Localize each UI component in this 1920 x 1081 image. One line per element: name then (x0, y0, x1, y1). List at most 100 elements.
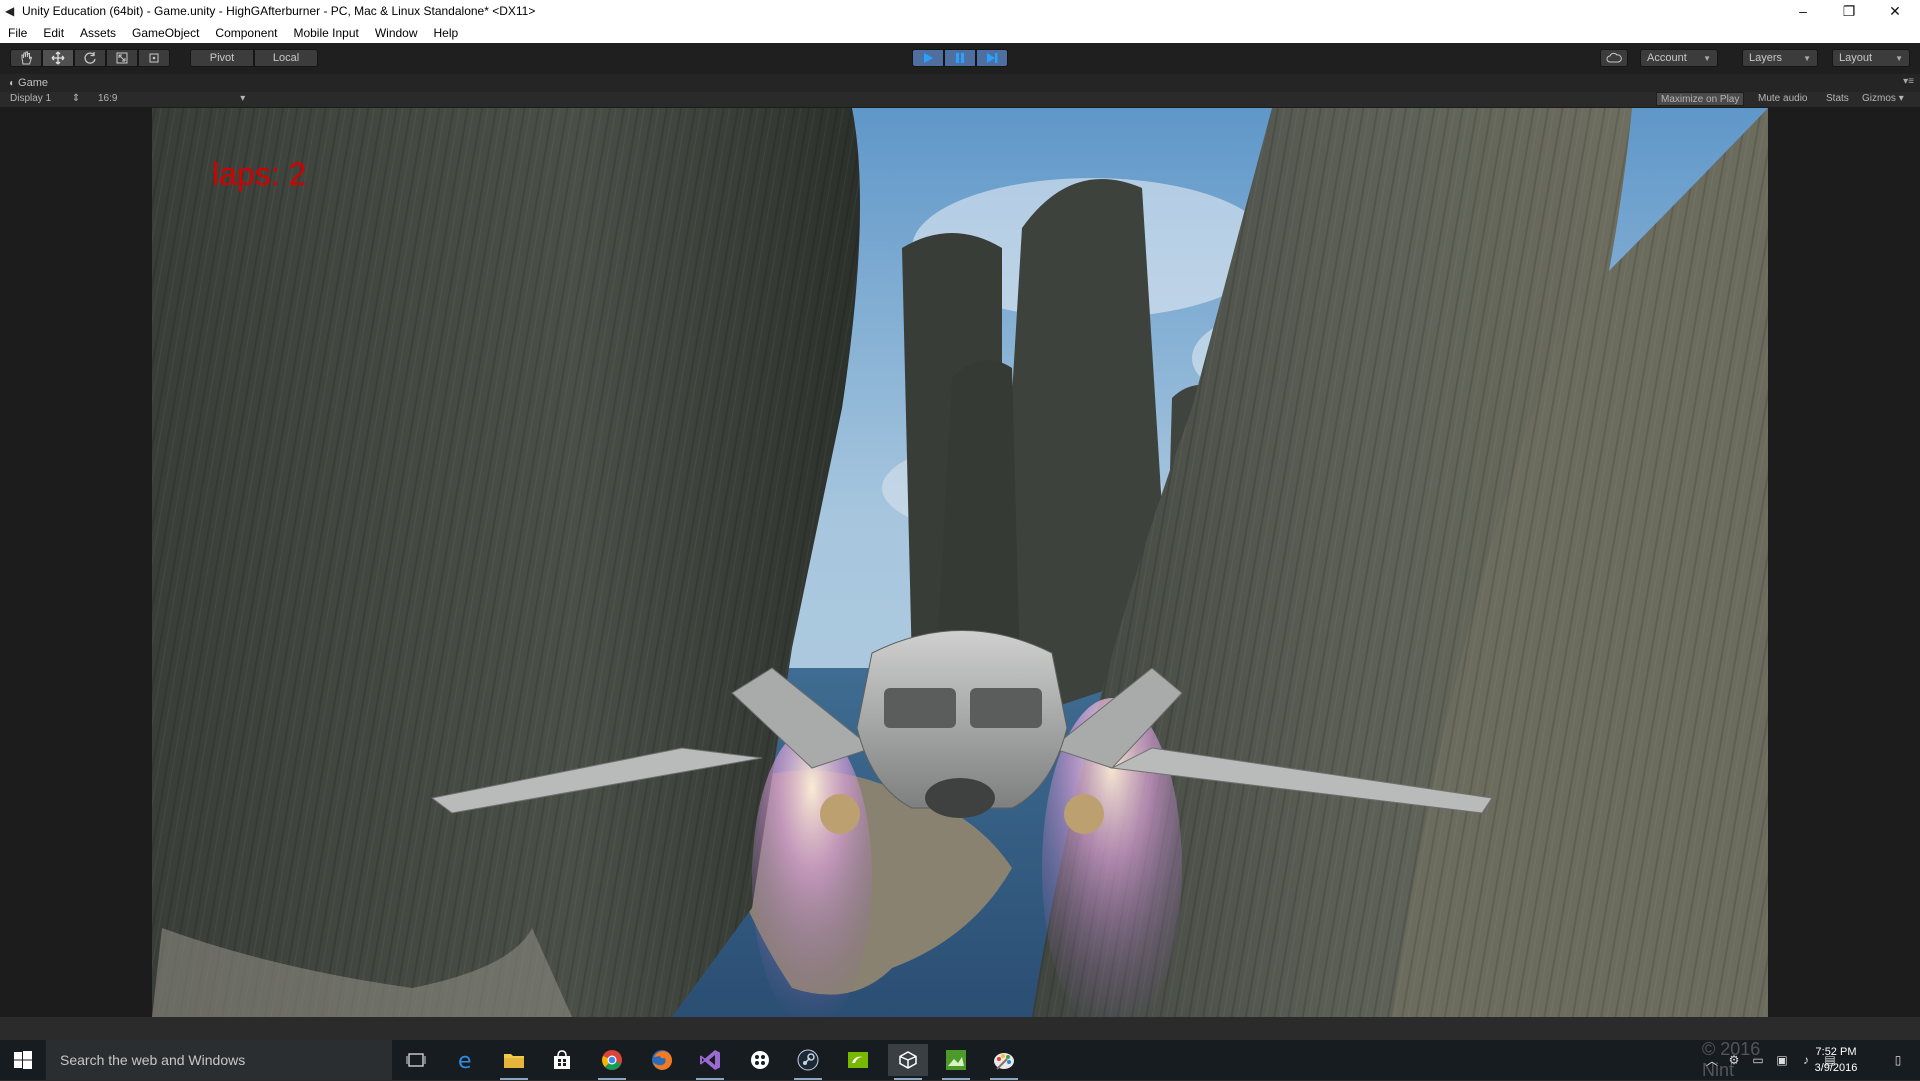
aspect-dropdown[interactable]: 16:9 ▾ (98, 93, 245, 104)
cloud-icon (1606, 52, 1622, 63)
taskbar-app-palette[interactable] (740, 1044, 780, 1076)
taskbar-search-box[interactable]: Search the web and Windows (46, 1040, 392, 1080)
maximize-on-play-toggle[interactable]: Maximize on Play (1656, 92, 1745, 106)
taskbar-store[interactable] (542, 1044, 582, 1076)
local-label: Local (272, 52, 300, 64)
move-tool-icon (51, 51, 65, 65)
mute-audio-toggle[interactable]: Mute audio (1758, 93, 1807, 104)
dropdown-arrow-icon: ▼ (1895, 53, 1903, 63)
taskbar-image-editor[interactable] (936, 1044, 976, 1080)
dropdown-arrow-icon: ▾ (1898, 93, 1904, 104)
gizmos-dropdown[interactable]: Gizmos ▾ (1862, 93, 1904, 104)
menu-edit[interactable]: Edit (35, 26, 72, 40)
menu-mobile-input[interactable]: Mobile Input (285, 26, 366, 40)
hand-tool-button[interactable] (10, 49, 42, 67)
nvidia-icon (848, 1052, 868, 1068)
tray-battery-icon[interactable]: ▭ (1748, 1040, 1768, 1080)
unity-logo-icon: ◀ (5, 4, 15, 18)
clock-date: 3/9/2016 (1814, 1062, 1858, 1074)
taskbar-visual-studio[interactable] (690, 1044, 730, 1080)
unity-toolbar: Pivot Local Account ▼ Layers ▼ Layout ▼ (0, 43, 1920, 75)
game-tab-label: Game (18, 77, 49, 89)
rect-tool-button[interactable] (138, 49, 170, 67)
tray-gear-icon[interactable]: ⚙ (1724, 1040, 1744, 1080)
chrome-browser-icon (602, 1050, 622, 1070)
layers-dropdown[interactable]: Layers ▼ (1742, 49, 1818, 67)
account-dropdown[interactable]: Account ▼ (1640, 49, 1718, 67)
taskbar-unity[interactable] (888, 1044, 928, 1080)
game-scene (152, 108, 1768, 1017)
dropdown-arrow-icon: ▾ (240, 93, 246, 104)
game-tab-row: ◖ Game ▾≡ (0, 74, 1920, 92)
firefox-browser-icon (652, 1050, 672, 1070)
task-view-button[interactable] (396, 1044, 436, 1076)
windows-taskbar: Search the web and Windows e © 2016 Nint… (0, 1039, 1920, 1080)
show-hidden-icons-button[interactable]: ︿ (1704, 1040, 1720, 1080)
stats-toggle[interactable]: Stats (1826, 93, 1849, 104)
menu-file[interactable]: File (0, 26, 35, 40)
taskbar-chrome[interactable] (592, 1044, 632, 1080)
app-palette-icon (751, 1051, 769, 1069)
restore-button[interactable]: ❐ (1826, 0, 1872, 22)
layers-label: Layers (1749, 52, 1783, 64)
action-center-button[interactable]: ▯ (1878, 1040, 1918, 1080)
window-title: Unity Education (64bit) - Game.unity - H… (22, 4, 536, 18)
scale-tool-icon (116, 52, 128, 64)
taskbar-firefox[interactable] (642, 1044, 682, 1076)
paint-palette-icon (994, 1053, 1014, 1070)
move-tool-button[interactable] (42, 49, 74, 67)
dropdown-arrow-icon: ▼ (1803, 53, 1811, 63)
layout-dropdown[interactable]: Layout ▼ (1832, 49, 1910, 67)
taskbar-paint[interactable] (984, 1044, 1024, 1080)
menu-gameobject[interactable]: GameObject (124, 26, 207, 40)
taskbar-clock[interactable]: 7:52 PM 3/9/2016 (1800, 1044, 1872, 1076)
step-button[interactable] (976, 49, 1008, 67)
clock-time: 7:52 PM (1815, 1046, 1857, 1058)
taskbar-steam[interactable] (788, 1044, 828, 1080)
menu-bar: File Edit Assets GameObject Component Mo… (0, 22, 1920, 44)
pause-button[interactable] (944, 49, 976, 67)
minimize-button[interactable]: – (1780, 0, 1826, 22)
gizmos-label: Gizmos (1862, 93, 1896, 104)
panel-menu-icon[interactable]: ▾≡ (1903, 76, 1914, 87)
start-button[interactable] (0, 1040, 46, 1080)
rotate-tool-button[interactable] (74, 49, 106, 67)
visual-studio-icon (700, 1050, 720, 1070)
taskbar-nvidia[interactable] (838, 1044, 878, 1076)
play-icon (924, 53, 933, 63)
display-label: Display 1 (10, 93, 52, 104)
pivot-label: Pivot (209, 52, 235, 64)
pivot-toggle[interactable]: Pivot (190, 49, 254, 67)
rotate-tool-icon (84, 52, 96, 64)
svg-text:e: e (458, 1049, 472, 1071)
play-button[interactable] (912, 49, 944, 67)
game-control-bar: Display 1 ⇕ 16:9 ▾ Maximize on Play Mute… (0, 92, 1920, 107)
tray-network-icon[interactable]: ▣ (1772, 1040, 1792, 1080)
edge-browser-icon: e (458, 1049, 472, 1071)
window-title-bar: ◀ Unity Education (64bit) - Game.unity -… (0, 0, 1920, 22)
action-center-icon: ▯ (1894, 1053, 1902, 1067)
rect-tool-icon (149, 53, 159, 63)
close-button[interactable]: ✕ (1872, 0, 1918, 22)
taskbar-edge[interactable]: e (446, 1044, 486, 1076)
scale-tool-button[interactable] (106, 49, 138, 67)
pacman-game-icon: ◖ (8, 77, 15, 89)
unity-icon (899, 1051, 917, 1069)
layout-label: Layout (1839, 52, 1873, 64)
step-icon (987, 53, 998, 63)
windows-logo-icon (14, 1051, 32, 1069)
game-viewport[interactable]: laps: 2 (152, 108, 1768, 1017)
updown-arrow-icon: ⇕ (71, 93, 81, 104)
menu-window[interactable]: Window (367, 26, 426, 40)
menu-assets[interactable]: Assets (72, 26, 124, 40)
taskbar-file-explorer[interactable] (494, 1044, 534, 1080)
tab-game[interactable]: ◖ Game (8, 77, 48, 89)
menu-component[interactable]: Component (207, 26, 285, 40)
menu-help[interactable]: Help (426, 26, 467, 40)
local-toggle[interactable]: Local (254, 49, 318, 67)
cloud-button[interactable] (1600, 49, 1628, 67)
hand-tool-icon (21, 51, 33, 65)
folder-icon (504, 1054, 524, 1068)
chevron-up-icon: ︿ (1705, 1053, 1718, 1068)
display-dropdown[interactable]: Display 1 ⇕ (10, 93, 80, 104)
